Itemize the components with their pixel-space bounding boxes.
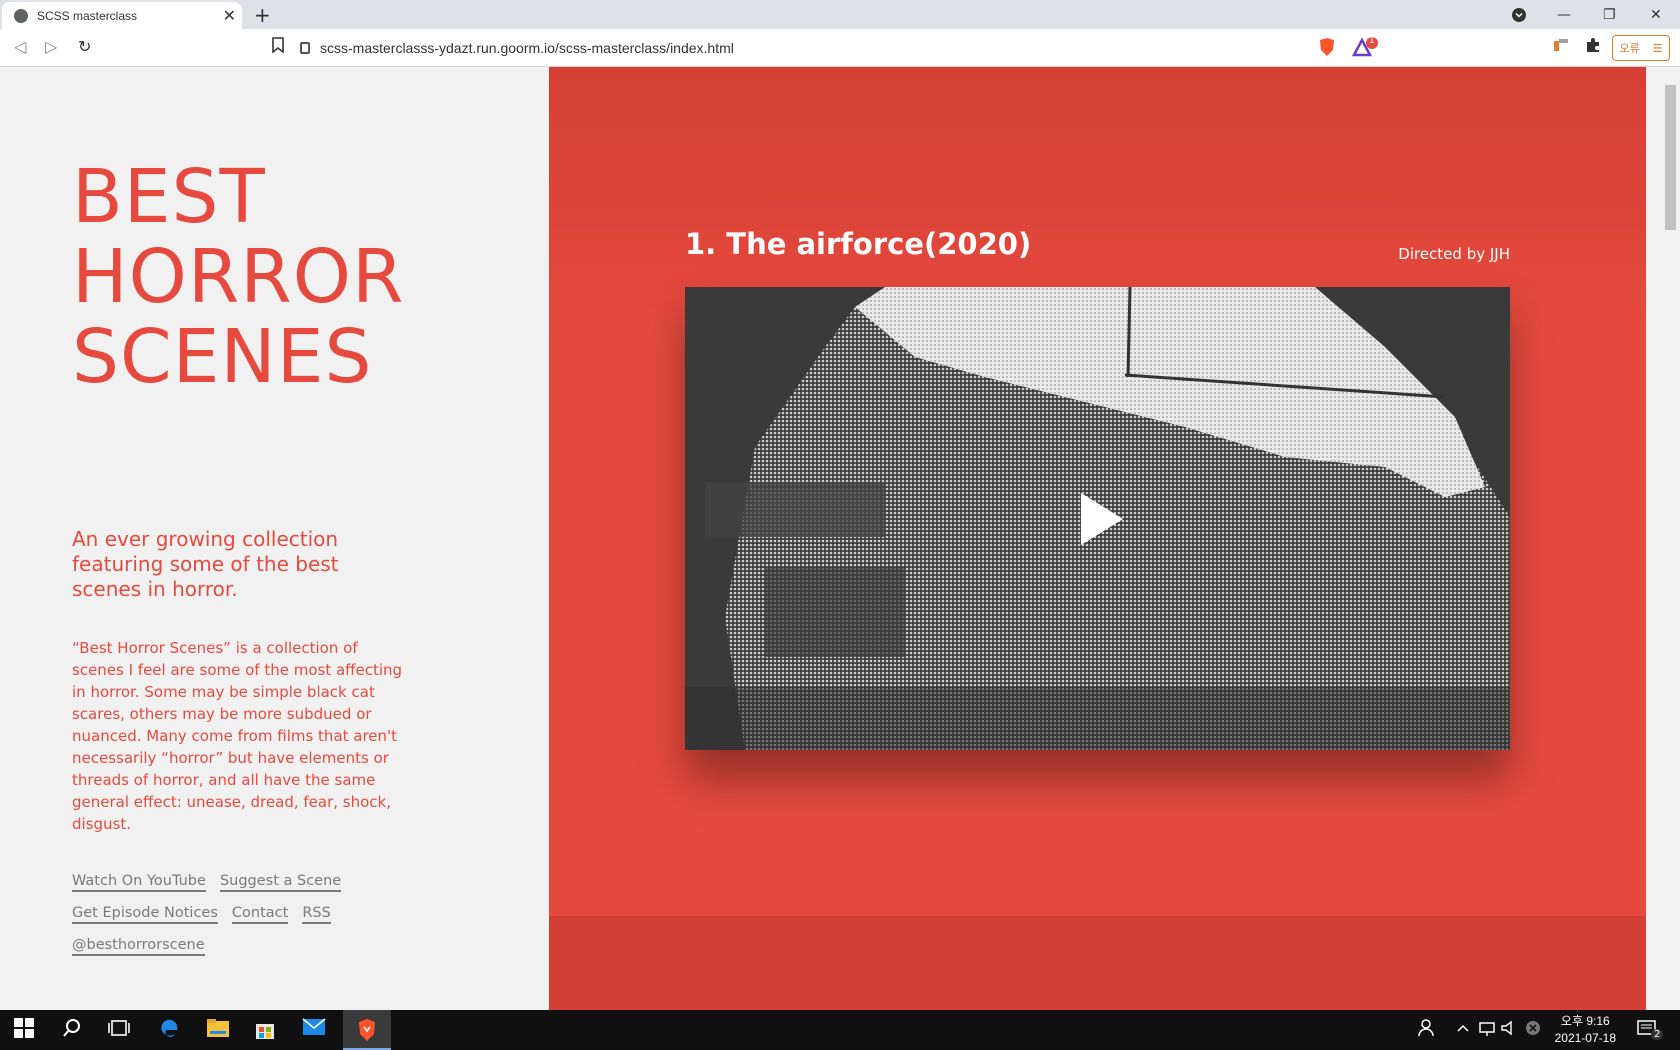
url-text: scss-masterclasss-ydazt.run.goorm.io/scs… [320, 40, 734, 56]
file-explorer-icon[interactable] [206, 1018, 230, 1042]
suggest-link[interactable]: Suggest a Scene [219, 873, 342, 892]
forward-button[interactable]: ▷ [45, 37, 57, 56]
store-icon[interactable] [254, 1018, 278, 1042]
browser-tab[interactable]: SCSS masterclass ✕ [2, 2, 242, 29]
film-title: 1. The airforce(2020) [685, 227, 1032, 261]
extensions-icon[interactable] [1585, 37, 1605, 57]
brave-rewards-icon[interactable]: 1 [1351, 36, 1378, 57]
title-line: SCENES [72, 314, 373, 400]
taskbar-brave-active[interactable] [343, 1010, 391, 1050]
wallet-icon[interactable] [1553, 37, 1573, 57]
globe-icon [14, 8, 28, 23]
taskbar: 오후 9:16 2021-07-18 2 [0, 1010, 1680, 1050]
notices-link[interactable]: Get Episode Notices [72, 905, 218, 924]
minimize-button[interactable]: — [1557, 0, 1571, 29]
tab-title: SCSS masterclass [37, 8, 138, 23]
new-tab-button[interactable]: + [254, 3, 271, 27]
tray-chevron-icon[interactable] [1456, 1018, 1480, 1042]
brave-icon [356, 1018, 380, 1042]
window-close-button[interactable]: ✕ [1650, 0, 1662, 29]
title-line: BEST [72, 154, 266, 240]
rewards-badge: 1 [1369, 36, 1375, 46]
play-icon[interactable] [1081, 493, 1123, 545]
title-line: HORROR [72, 234, 405, 320]
reload-button[interactable]: ↻ [78, 37, 91, 56]
notification-count: 2 [1651, 1029, 1664, 1040]
director-credit: Directed by JJH [1398, 245, 1510, 263]
network-icon[interactable] [1478, 1018, 1502, 1042]
scrollbar[interactable] [1646, 67, 1680, 1010]
link-list: Watch On YouTube Suggest a Scene Get Epis… [72, 865, 432, 961]
scene-panel: 1. The airforce(2020) Directed by JJH [549, 67, 1646, 1010]
page-title: BEST HORROR SCENES [72, 157, 404, 397]
task-view-icon[interactable] [108, 1018, 132, 1042]
clock[interactable]: 오후 9:16 2021-07-18 [1555, 1013, 1616, 1047]
menu-icon: ☰ [1652, 42, 1663, 55]
address-bar: ◁ ▷ ↻ scss-masterclasss-ydazt.run.goorm.… [0, 29, 1680, 67]
people-icon[interactable] [1418, 1018, 1442, 1042]
scroll-thumb[interactable] [1665, 85, 1676, 230]
ime-status-icon[interactable] [1524, 1018, 1548, 1042]
rss-link[interactable]: RSS [302, 905, 331, 924]
contact-link[interactable]: Contact [231, 905, 289, 924]
error-menu-button[interactable]: 오류 ☰ [1612, 35, 1670, 61]
description: “Best Horror Scenes” is a collection of … [72, 639, 403, 833]
next-section [549, 916, 1646, 1010]
twitter-link[interactable]: @besthorrorscene [72, 937, 205, 956]
back-button[interactable]: ◁ [14, 37, 26, 56]
lock-icon [300, 42, 310, 54]
video-player[interactable] [685, 287, 1510, 750]
windows-start-icon[interactable] [14, 1018, 38, 1042]
tab-search-icon[interactable] [1512, 0, 1526, 29]
intro-panel: BEST HORROR SCENES An ever growing colle… [0, 67, 549, 1010]
tab-bar: SCSS masterclass ✕ + — ❐ ✕ [0, 0, 1680, 29]
bookmark-icon[interactable] [272, 37, 284, 57]
youtube-link[interactable]: Watch On YouTube [72, 873, 206, 892]
brave-shields-icon[interactable] [1318, 37, 1338, 57]
restore-button[interactable]: ❐ [1603, 0, 1616, 29]
url-field[interactable]: scss-masterclasss-ydazt.run.goorm.io/scs… [300, 34, 1310, 62]
edge-icon[interactable] [158, 1018, 182, 1042]
notification-icon[interactable]: 2 [1636, 1018, 1664, 1042]
volume-icon[interactable] [1500, 1018, 1524, 1042]
mail-icon[interactable] [302, 1018, 326, 1042]
clock-time: 오후 9:16 [1560, 1014, 1610, 1028]
tagline: An ever growing collection featuring som… [72, 527, 339, 601]
error-label: 오류 [1619, 43, 1640, 55]
tab-close-icon[interactable]: ✕ [223, 6, 236, 26]
search-icon[interactable] [62, 1018, 86, 1042]
clock-date: 2021-07-18 [1554, 1031, 1616, 1045]
